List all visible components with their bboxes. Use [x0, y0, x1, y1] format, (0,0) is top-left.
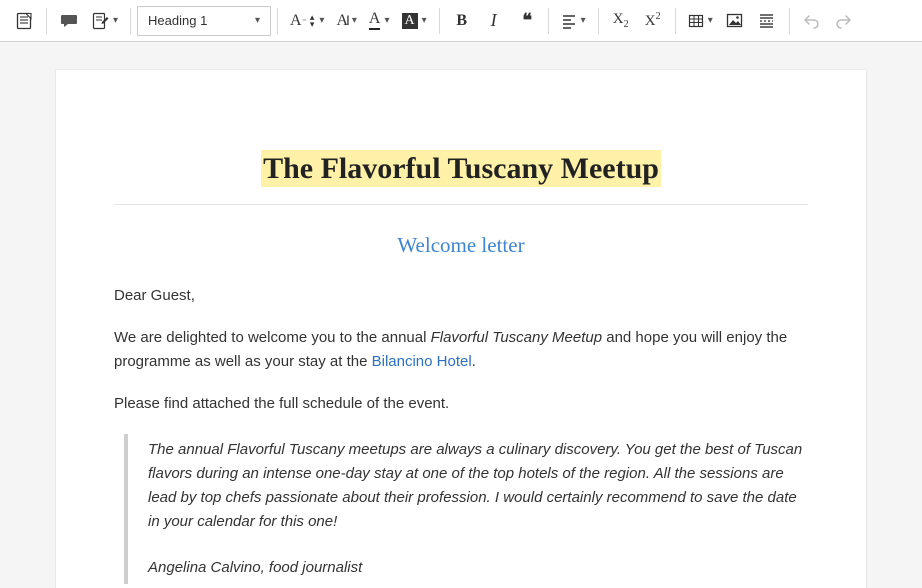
superscript-icon: X2: [645, 12, 661, 29]
separator: [439, 8, 440, 34]
highlight-dropdown[interactable]: A ▾: [396, 5, 433, 37]
blockquote-button[interactable]: ❝: [510, 5, 542, 37]
heading-select[interactable]: Heading 1 ▾: [137, 6, 271, 36]
testimonial-blockquote[interactable]: The annual Flavorful Tuscany meetups are…: [124, 434, 808, 584]
alignment-dropdown[interactable]: ▾: [555, 5, 592, 37]
page-break-icon: [758, 12, 775, 29]
redo-button[interactable]: [828, 5, 860, 37]
superscript-button[interactable]: X2: [637, 5, 669, 37]
separator: [548, 8, 549, 34]
comment-icon: [60, 12, 78, 30]
bold-button[interactable]: B: [446, 5, 478, 37]
redo-icon: [835, 12, 852, 29]
font-color-icon: A: [369, 11, 381, 30]
meetup-name-emphasis: Flavorful Tuscany Meetup: [431, 329, 602, 346]
font-family-dropdown[interactable]: AӀ ▾: [330, 5, 362, 37]
chevron-down-icon: ▾: [581, 15, 586, 26]
editor-workspace: The Flavorful Tuscany Meetup Welcome let…: [0, 42, 922, 588]
subscript-icon: X2: [613, 12, 629, 30]
font-color-dropdown[interactable]: A ▾: [363, 5, 396, 37]
undo-icon: [803, 12, 820, 29]
font-size-icon: A⁻: [290, 13, 307, 29]
arrows-vertical-icon: ▴▾: [310, 14, 315, 28]
font-family-icon: AӀ: [336, 13, 347, 29]
chevron-down-icon: ▾: [352, 15, 357, 26]
quote-body: The annual Flavorful Tuscany meetups are…: [148, 438, 808, 534]
document-title[interactable]: The Flavorful Tuscany Meetup: [114, 152, 808, 205]
editor-toolbar: ▾ Heading 1 ▾ A⁻ ▴▾ ▾ AӀ ▾ A ▾ A ▾ B I ❝: [0, 0, 922, 42]
quote-attribution: Angelina Calvino, food journalist: [148, 556, 808, 580]
separator: [46, 8, 47, 34]
separator: [130, 8, 131, 34]
track-changes-icon: [91, 12, 109, 30]
intro-paragraph[interactable]: We are delighted to welcome you to the a…: [114, 326, 808, 374]
chevron-down-icon: ▾: [422, 15, 427, 26]
quote-icon: ❝: [522, 10, 529, 31]
document-subtitle[interactable]: Welcome letter: [114, 233, 808, 258]
chevron-down-icon: ▾: [319, 15, 324, 26]
separator: [277, 8, 278, 34]
undo-button[interactable]: [796, 5, 828, 37]
bold-icon: B: [456, 12, 467, 30]
chevron-down-icon: ▾: [113, 15, 118, 26]
italic-icon: I: [491, 10, 497, 31]
separator: [675, 8, 676, 34]
comment-button[interactable]: [53, 5, 85, 37]
image-button[interactable]: [719, 5, 751, 37]
source-view-button[interactable]: [8, 5, 40, 37]
attachment-paragraph[interactable]: Please find attached the full schedule o…: [114, 392, 808, 416]
chevron-down-icon: ▾: [708, 15, 713, 26]
font-size-dropdown[interactable]: A⁻ ▴▾ ▾: [284, 5, 330, 37]
source-icon: [15, 12, 33, 30]
image-icon: [726, 12, 743, 29]
italic-button[interactable]: I: [478, 5, 510, 37]
table-icon: [688, 13, 704, 29]
chevron-down-icon: ▾: [384, 15, 389, 26]
separator: [598, 8, 599, 34]
subscript-button[interactable]: X2: [605, 5, 637, 37]
page-break-button[interactable]: [751, 5, 783, 37]
track-changes-dropdown[interactable]: ▾: [85, 5, 124, 37]
salutation-paragraph[interactable]: Dear Guest,: [114, 284, 808, 308]
table-dropdown[interactable]: ▾: [682, 5, 719, 37]
chevron-down-icon: ▾: [255, 15, 260, 26]
hotel-link[interactable]: Bilancino Hotel: [372, 353, 472, 370]
marker-icon: A: [402, 13, 418, 29]
separator: [789, 8, 790, 34]
heading-select-label: Heading 1: [148, 13, 207, 28]
align-icon: [561, 13, 577, 29]
document-page[interactable]: The Flavorful Tuscany Meetup Welcome let…: [56, 70, 866, 588]
